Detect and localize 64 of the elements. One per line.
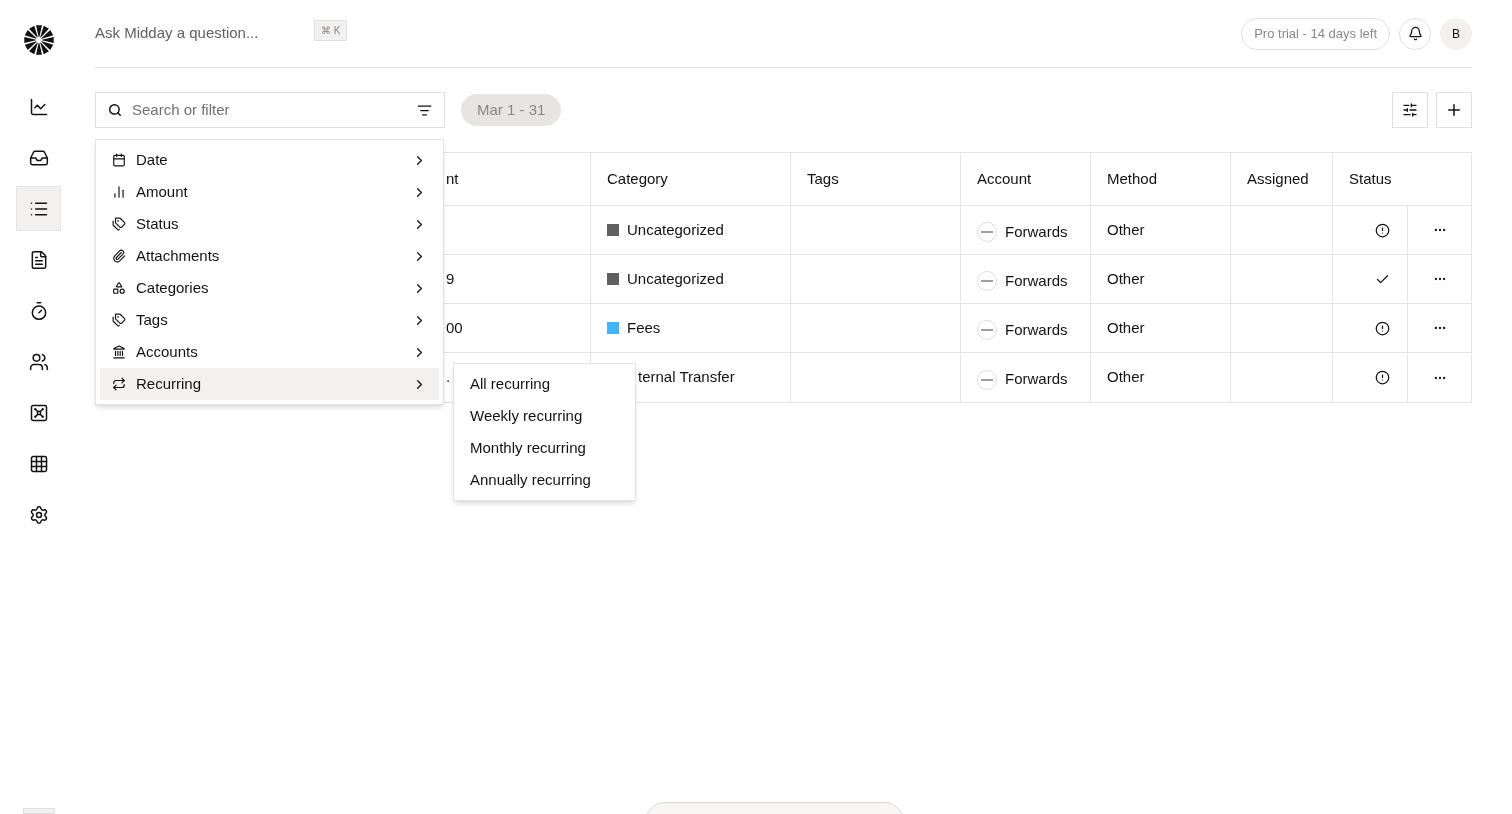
- column-header: Category: [607, 168, 668, 189]
- columns-button[interactable]: [1392, 92, 1428, 128]
- table-cell-text: Uncategorized: [627, 268, 724, 289]
- table-cell-text: Forwards: [1005, 270, 1068, 291]
- column-header: Assigned: [1247, 168, 1309, 189]
- column-header: Status: [1349, 168, 1392, 189]
- repeat-icon: [112, 377, 126, 391]
- bank-logo-icon: [977, 320, 997, 340]
- table-cell-text: Uncategorized: [627, 219, 724, 240]
- avatar[interactable]: B: [1440, 17, 1472, 50]
- menu-item[interactable]: Attachments: [100, 240, 439, 272]
- sidebar-toggle[interactable]: [22, 808, 55, 814]
- calendar-icon: [112, 153, 126, 167]
- table-cell-text: .: [446, 367, 451, 388]
- table-cell-text: Forwards: [1005, 369, 1068, 390]
- menu-item[interactable]: Date: [100, 144, 439, 176]
- menu-item[interactable]: Status: [100, 208, 439, 240]
- table-cell-text: 00: [446, 317, 463, 338]
- grid-icon: [28, 453, 49, 474]
- ask-field[interactable]: Ask Midday a question...: [95, 22, 314, 45]
- sidebar-item[interactable]: [16, 186, 61, 231]
- menu-item[interactable]: Weekly recurring: [454, 400, 635, 432]
- table-cell-text: Forwards: [1005, 319, 1068, 340]
- shortcut-key: ⌘ K: [314, 20, 348, 41]
- bank-logo-icon: [977, 222, 997, 242]
- bell-icon: [1407, 26, 1423, 41]
- plus-icon: [1445, 101, 1463, 119]
- menu-item[interactable]: Categories: [100, 272, 439, 304]
- menu-item[interactable]: Annually recurring: [454, 464, 635, 496]
- menu-item[interactable]: Recurring: [100, 368, 439, 400]
- table-cell-text: ternal Transfer: [637, 367, 735, 388]
- bank-icon: [112, 345, 126, 359]
- table-cell-text: Other: [1107, 268, 1145, 289]
- add-button[interactable]: [1436, 92, 1472, 128]
- column-header: nt: [446, 168, 459, 189]
- sliders-icon: [1402, 102, 1418, 118]
- table-cell-text: 9: [446, 268, 455, 289]
- column-header: Method: [1107, 168, 1158, 189]
- menu-item[interactable]: All recurring: [454, 368, 635, 400]
- tags-icon: [112, 313, 126, 327]
- paperclip-icon: [112, 249, 126, 263]
- people-icon: [28, 351, 49, 372]
- table-cell-text: Other: [1107, 317, 1145, 338]
- bank-logo-icon: [977, 271, 997, 291]
- search-icon: [108, 103, 122, 117]
- table-cell-text: Forwards: [1005, 221, 1068, 242]
- chart-icon: [28, 96, 49, 117]
- menu-item[interactable]: Monthly recurring: [454, 432, 635, 464]
- menu-item[interactable]: Accounts: [100, 336, 439, 368]
- search-field[interactable]: Search or filter: [95, 92, 445, 128]
- column-header: Tags: [807, 168, 839, 189]
- filter-icon[interactable]: [417, 102, 432, 118]
- menu-item[interactable]: Amount: [100, 176, 439, 208]
- table-cell-text: Other: [1107, 219, 1145, 240]
- bank-logo-icon: [977, 369, 997, 390]
- bar-chart-icon: [112, 185, 126, 199]
- table-cell-text: Other: [1107, 367, 1145, 388]
- tags-icon: [112, 217, 126, 231]
- column-header: Account: [977, 168, 1032, 189]
- settings-icon: [28, 504, 49, 525]
- shapes-icon: [112, 281, 126, 295]
- menu-item[interactable]: Tags: [100, 304, 439, 336]
- table-cell-text: Fees: [627, 317, 661, 338]
- logo-icon[interactable]: [22, 24, 55, 56]
